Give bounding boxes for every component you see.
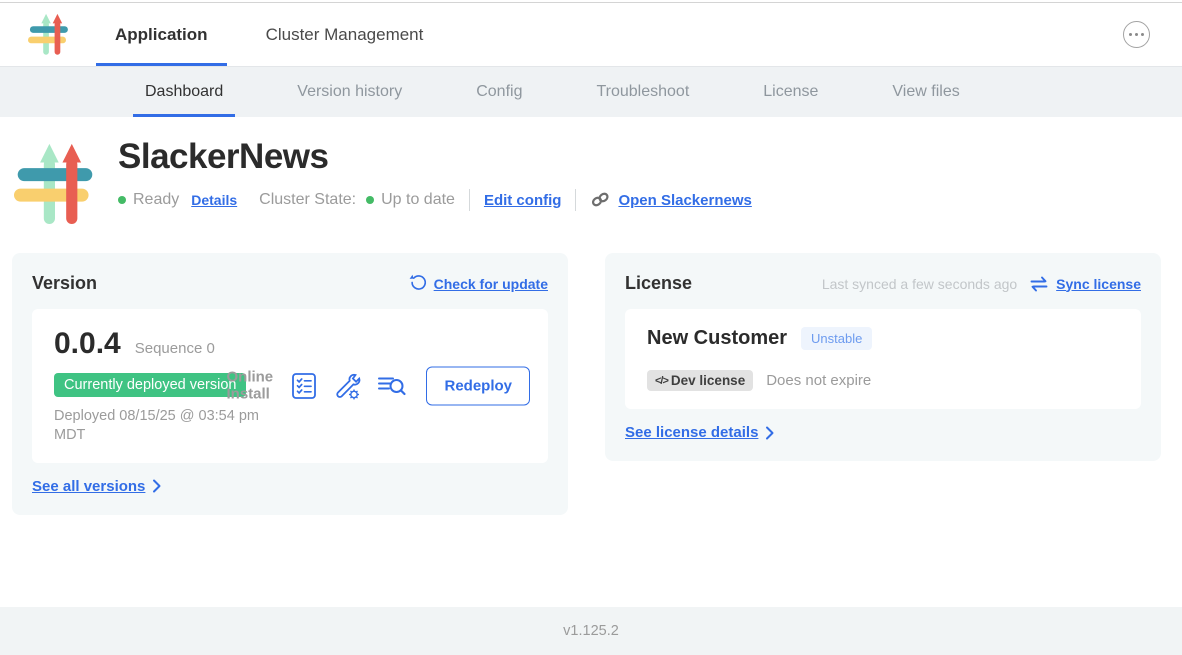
tab-application-label: Application: [115, 25, 208, 45]
tab-troubleshoot[interactable]: Troubleshoot: [584, 67, 701, 117]
license-type-label: Dev license: [671, 373, 745, 388]
version-card-title: Version: [32, 273, 97, 294]
admin-console-page: Application Cluster Management Dashboard…: [0, 0, 1182, 655]
edit-config-link[interactable]: Edit config: [484, 192, 562, 209]
view-logs-icon[interactable]: [376, 373, 407, 399]
license-card: License Last synced a few seconds ago Sy…: [605, 253, 1161, 461]
more-options-icon[interactable]: [1123, 21, 1150, 48]
cluster-state-label: Cluster State:: [259, 191, 356, 209]
channel-badge: Unstable: [801, 327, 872, 350]
main-content: SlackerNews Ready Details Cluster State:…: [0, 117, 1182, 607]
open-app-link[interactable]: Open Slackernews: [590, 192, 751, 209]
check-for-update-label: Check for update: [434, 276, 548, 292]
console-footer: v1.125.2: [0, 607, 1182, 655]
slackernews-logo-icon: [28, 11, 72, 59]
license-card-title: License: [625, 273, 692, 294]
tab-dashboard-label: Dashboard: [145, 83, 223, 101]
tab-dashboard[interactable]: Dashboard: [133, 67, 235, 117]
app-status-text: Ready: [133, 191, 179, 209]
license-detail-panel: New Customer Unstable </> Dev license Do…: [625, 309, 1141, 409]
chevron-right-icon: [765, 426, 774, 440]
last-synced-text: Last synced a few seconds ago: [822, 276, 1017, 292]
tab-application[interactable]: Application: [96, 3, 227, 66]
deployed-timestamp: Deployed 08/15/25 @ 03:54 pm MDT: [54, 407, 269, 445]
tab-view-files[interactable]: View files: [880, 67, 971, 117]
see-all-versions-link[interactable]: See all versions: [32, 478, 145, 495]
version-sequence: Sequence 0: [135, 340, 215, 357]
license-type-badge: </> Dev license: [647, 370, 753, 391]
open-app-link-label: Open Slackernews: [618, 192, 751, 209]
nav-spacer: [442, 3, 1123, 66]
install-type-label: Online Install: [226, 369, 276, 404]
tab-version-history-label: Version history: [297, 83, 402, 101]
divider: [469, 189, 470, 211]
tab-troubleshoot-label: Troubleshoot: [596, 83, 689, 101]
version-number: 0.0.4: [54, 327, 121, 361]
sync-license-link[interactable]: Sync license: [1029, 275, 1141, 293]
tab-license-label: License: [763, 83, 818, 101]
tab-license[interactable]: License: [751, 67, 830, 117]
app-header: SlackerNews Ready Details Cluster State:…: [14, 133, 1182, 231]
tab-cluster-management[interactable]: Cluster Management: [247, 3, 443, 66]
sync-icon: [1029, 275, 1049, 293]
license-expiry-text: Does not expire: [766, 372, 871, 389]
top-nav: Application Cluster Management: [0, 3, 1182, 67]
deployed-status-badge: Currently deployed version: [54, 373, 246, 397]
config-wrench-icon[interactable]: [333, 371, 361, 400]
chevron-right-icon: [152, 479, 161, 493]
current-version-panel: 0.0.4 Sequence 0 Currently deployed vers…: [32, 309, 548, 463]
see-license-details-link[interactable]: See license details: [625, 424, 758, 441]
preflight-checks-icon[interactable]: [291, 371, 318, 400]
refresh-icon: [408, 274, 427, 293]
tab-cluster-management-label: Cluster Management: [266, 25, 424, 45]
app-status-dot: [118, 196, 126, 204]
cluster-state-value: Up to date: [381, 191, 455, 209]
chain-link-icon: [590, 192, 612, 208]
redeploy-button[interactable]: Redeploy: [426, 366, 530, 405]
tab-view-files-label: View files: [892, 83, 959, 101]
cluster-state-dot: [366, 196, 374, 204]
check-for-update-link[interactable]: Check for update: [408, 274, 548, 293]
slackernews-logo-large: [14, 135, 96, 231]
sync-license-label: Sync license: [1056, 276, 1141, 292]
divider: [575, 189, 576, 211]
tab-version-history[interactable]: Version history: [285, 67, 414, 117]
version-card: Version Check for update 0.0.4 Sequence …: [12, 253, 568, 515]
console-version: v1.125.2: [563, 623, 619, 639]
status-details-link[interactable]: Details: [191, 192, 237, 208]
tab-config[interactable]: Config: [464, 67, 534, 117]
customer-name: New Customer: [647, 327, 787, 350]
nav-app-logo[interactable]: [0, 3, 96, 66]
code-icon: </>: [655, 375, 668, 387]
app-sub-nav: Dashboard Version history Config Trouble…: [0, 67, 1182, 117]
app-status-row: Ready Details Cluster State: Up to date …: [118, 189, 752, 211]
page-title: SlackerNews: [118, 137, 752, 177]
tab-config-label: Config: [476, 83, 522, 101]
